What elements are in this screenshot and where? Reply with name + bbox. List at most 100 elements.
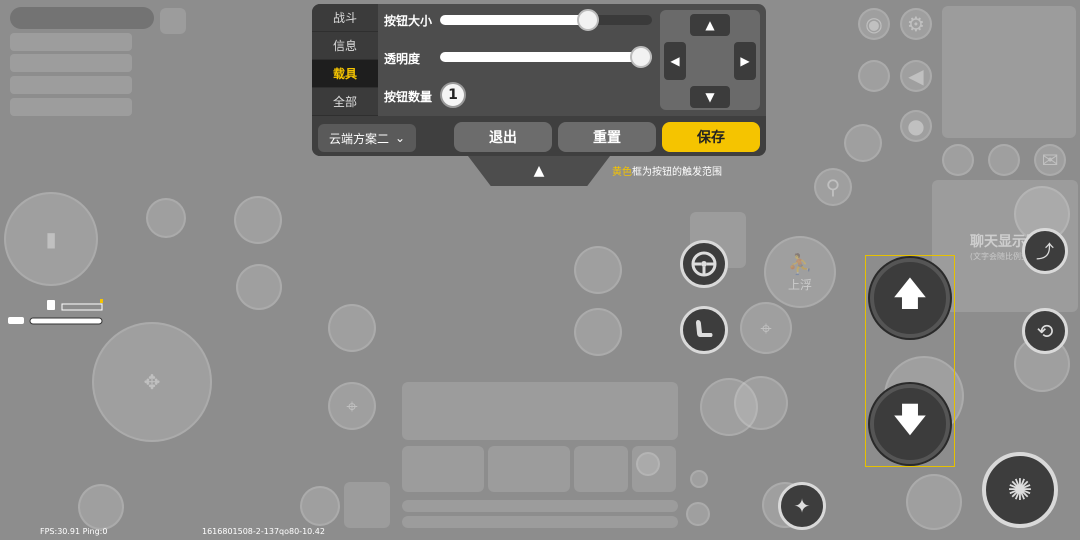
size-label: 按钮大小	[384, 14, 433, 28]
steering-wheel-button[interactable]	[680, 240, 728, 288]
nudge-left-button[interactable]: ◀	[664, 42, 686, 80]
scheme-select[interactable]: 云端方案二 ⌄	[318, 124, 416, 152]
top-left-row	[10, 54, 132, 72]
trigger-range-hint: 黄色框为按钮的触发范围	[612, 163, 722, 178]
ghost-inventory	[402, 382, 678, 440]
ghost-slot	[488, 446, 570, 492]
top-left-bar-icon	[160, 8, 186, 34]
scheme-select-label: 云端方案二	[328, 131, 389, 146]
ghost-button	[300, 486, 340, 526]
ghost-button: ⚲	[814, 168, 852, 206]
ghost-button	[988, 144, 1020, 176]
triangle-left-icon: ◀	[670, 54, 680, 68]
nudge-down-button[interactable]: ▼	[690, 86, 730, 108]
ghost-button	[942, 144, 974, 176]
ghost-button	[234, 196, 282, 244]
position-dpad: ▲ ◀ ▶ ▼	[660, 10, 760, 110]
triangle-up-icon: ▲	[533, 163, 545, 179]
location-icon: ⚲	[825, 175, 841, 199]
opacity-slider-knob[interactable]	[630, 46, 652, 68]
top-left-row	[10, 33, 132, 51]
panel-actions: 云端方案二 ⌄ 退出 重置 保存	[312, 116, 766, 156]
ghost-bar	[402, 516, 678, 528]
build-version: 1616801508-2-137qo80-10.42	[202, 527, 325, 536]
exit-vehicle-icon: ⤴	[1036, 242, 1054, 263]
move-joystick-ghost: ✥	[92, 322, 212, 442]
hint-highlight: 黄色	[612, 167, 632, 178]
crosshair-icon: ⌖	[760, 316, 772, 340]
arrow-down-icon: 🡇	[892, 399, 928, 440]
exit-button[interactable]: 退出	[454, 122, 552, 152]
fps-readout: FPS:30.91 Ping:0	[40, 527, 108, 536]
tab-info[interactable]: 信息	[312, 32, 378, 60]
ghost-button	[690, 470, 708, 488]
speaker-icon: ◀	[908, 64, 924, 88]
ghost-button	[906, 474, 962, 530]
bullet-icon: ▮	[45, 227, 57, 251]
minimap-ghost	[942, 6, 1076, 138]
ghost-button	[236, 264, 282, 310]
steering-wheel-icon	[691, 251, 717, 277]
size-slider[interactable]	[440, 9, 652, 31]
triangle-up-icon: ▲	[705, 18, 715, 32]
ghost-button	[734, 376, 788, 430]
ghost-button	[686, 502, 710, 526]
category-tabs: 战斗 信息 载具 全部	[312, 4, 378, 116]
ghost-medkit	[344, 482, 390, 528]
collapse-panel-tab[interactable]: ▲	[468, 156, 610, 186]
fuel-icon	[47, 299, 103, 311]
ghost-button	[328, 304, 376, 352]
seat-switch-button[interactable]	[680, 306, 728, 354]
reset-button[interactable]: 重置	[558, 122, 656, 152]
car-icon	[8, 317, 103, 325]
triangle-down-icon: ▼	[705, 90, 715, 104]
camera-icon: ◉	[865, 12, 883, 36]
joystick-ghost: ▮	[4, 192, 98, 286]
accelerate-button[interactable]: 🡅	[870, 258, 950, 338]
horn-button[interactable]: ✺	[982, 452, 1058, 528]
mic-icon: ●	[907, 114, 925, 138]
dpad-icon: ✥	[143, 370, 161, 394]
arrow-up-icon: 🡅	[892, 273, 928, 314]
tab-vehicle[interactable]: 载具	[312, 60, 378, 88]
vehicle-health-bar	[8, 312, 104, 325]
layout-editor-panel: 战斗 信息 载具 全部 按钮大小 透明度 按钮数量 1 ▲ ◀ ▶ ▼ 云端方案…	[312, 4, 766, 156]
count-label: 按钮数量	[384, 90, 433, 104]
opacity-label: 透明度	[384, 52, 421, 66]
chevron-down-icon: ⌄	[394, 131, 406, 145]
ghost-button	[636, 452, 660, 476]
ghost-slot	[402, 446, 484, 492]
camera-icon-ghost: ◉	[858, 8, 890, 40]
ghost-button	[844, 124, 882, 162]
crosshair-icon: ⌖	[346, 394, 358, 418]
tab-all[interactable]: 全部	[312, 88, 378, 116]
seat-change-button[interactable]: ⟲	[1022, 308, 1068, 354]
ghost-slot	[574, 446, 628, 492]
opacity-slider[interactable]	[440, 46, 652, 68]
hint-text: 框为按钮的触发范围	[632, 167, 722, 178]
tab-combat[interactable]: 战斗	[312, 4, 378, 32]
settings-icon-ghost: ⚙	[900, 8, 932, 40]
seat-change-icon: ⟲	[1036, 319, 1054, 343]
exit-vehicle-button[interactable]: ⤴	[1022, 228, 1068, 274]
ghost-button: ⌖	[328, 382, 376, 430]
opacity-slider-fill	[440, 52, 652, 62]
float-up-ghost: ⛹ 上浮	[764, 236, 836, 308]
nudge-right-button[interactable]: ▶	[734, 42, 756, 80]
ghost-button	[78, 484, 124, 530]
vehicle-skill-button[interactable]: ✦	[778, 482, 826, 530]
brake-button[interactable]: 🡇	[870, 384, 950, 464]
save-button[interactable]: 保存	[662, 122, 760, 152]
size-slider-knob[interactable]	[577, 9, 599, 31]
horn-icon: ✺	[1007, 472, 1033, 508]
size-slider-fill	[440, 15, 588, 25]
top-left-row	[10, 98, 132, 116]
gear-icon: ⚙	[907, 12, 925, 36]
rocket-icon: ✦	[793, 494, 811, 518]
fuel-gauge	[46, 296, 104, 311]
button-count-badge[interactable]: 1	[440, 82, 466, 108]
ghost-button	[858, 60, 890, 92]
ghost-button	[146, 198, 186, 238]
mic-icon-ghost: ●	[900, 110, 932, 142]
nudge-up-button[interactable]: ▲	[690, 14, 730, 36]
